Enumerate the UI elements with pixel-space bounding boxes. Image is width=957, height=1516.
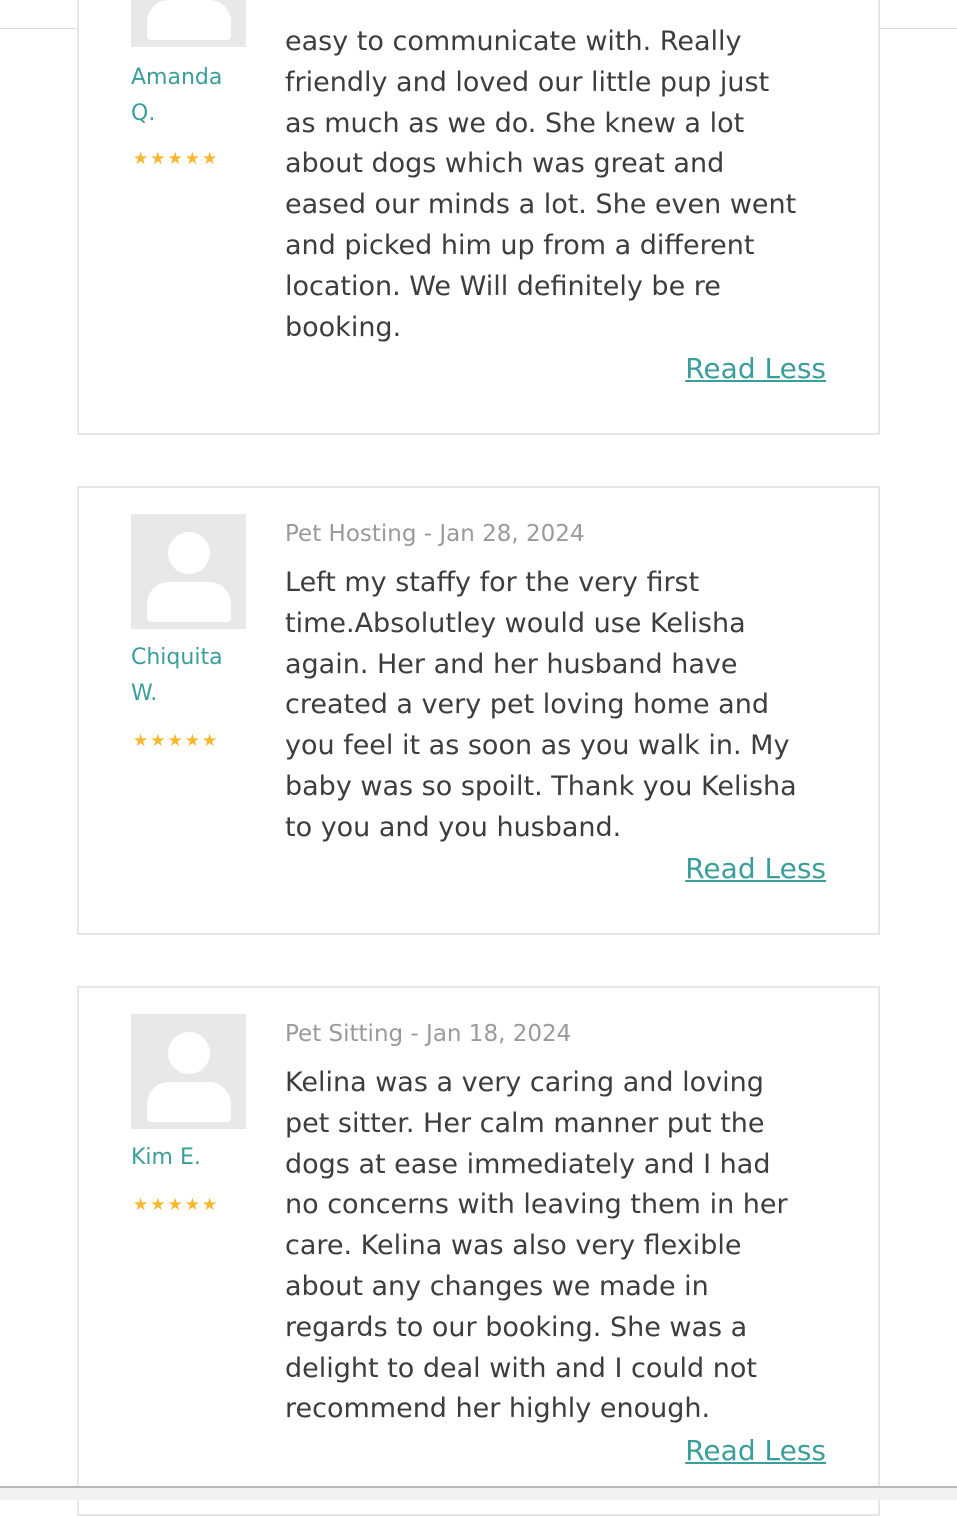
review-text: Kelina was a very caring and loving pet … <box>285 1067 788 1425</box>
read-less-link[interactable]: Read Less <box>685 851 826 887</box>
star-rating-icon: ★★★★★ <box>133 1195 220 1215</box>
review-card: Chiquita W. ★★★★★ Pet Hosting - Jan 28, … <box>77 486 880 935</box>
read-less-link[interactable]: Read Less <box>685 351 826 387</box>
reviewer-name[interactable]: Amanda Q. <box>131 60 251 132</box>
reviewer-name[interactable]: Kim E. <box>131 1140 251 1176</box>
review-card: Kim E. ★★★★★ Pet Sitting - Jan 18, 2024 … <box>77 986 880 1516</box>
avatar-placeholder-icon <box>131 0 246 47</box>
review-card: Amanda Q. ★★★★★ easy to communicate with… <box>77 0 880 435</box>
avatar-placeholder-icon <box>131 514 246 629</box>
reviewer-name[interactable]: Chiquita W. <box>131 640 251 712</box>
service-date: Pet Hosting - Jan 28, 2024 <box>285 521 585 547</box>
star-rating-icon: ★★★★★ <box>133 149 220 169</box>
review-text: Left my staffy for the very first time.A… <box>285 567 797 843</box>
avatar-placeholder-icon <box>131 1014 246 1129</box>
star-rating-icon: ★★★★★ <box>133 731 220 751</box>
review-text: easy to communicate with. Really friendl… <box>285 26 797 343</box>
bottom-bar <box>0 1486 957 1500</box>
read-less-link[interactable]: Read Less <box>685 1433 826 1469</box>
service-date: Pet Sitting - Jan 18, 2024 <box>285 1021 572 1047</box>
